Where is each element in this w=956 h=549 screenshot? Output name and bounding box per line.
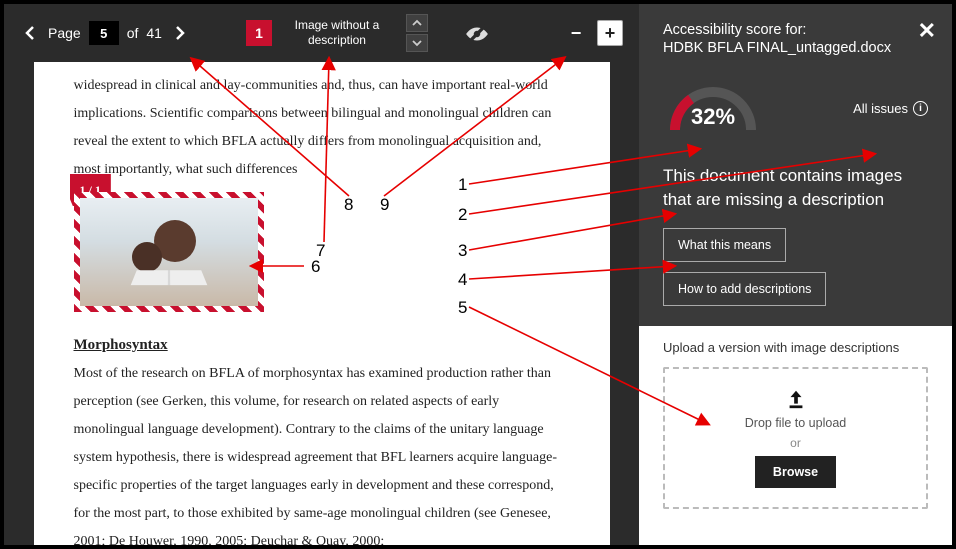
or-text: or	[790, 436, 801, 450]
document-viewer: Page of 41 1 Image without a description	[4, 4, 639, 545]
zoom-controls: − +	[563, 20, 623, 46]
score-value: 32%	[663, 104, 763, 130]
drop-text: Drop file to upload	[745, 416, 846, 430]
issue-up-button[interactable]	[406, 14, 428, 32]
upload-section: Upload a version with image descriptions…	[639, 326, 952, 545]
document-page: widespread in clinical and lay-communiti…	[34, 62, 610, 545]
accessibility-panel: ✕ Accessibility score for: HDBK BFLA FIN…	[639, 4, 952, 545]
info-icon: i	[913, 101, 928, 116]
close-panel-button[interactable]: ✕	[918, 18, 936, 44]
page-total: 41	[146, 25, 162, 41]
upload-hint: Upload a version with image descriptions	[663, 340, 928, 355]
issue-stepper	[406, 14, 428, 52]
page-scroll-area[interactable]: widespread in clinical and lay-communiti…	[4, 62, 639, 545]
issue-description: This document contains images that are m…	[663, 164, 928, 212]
page-of-label: of	[127, 25, 139, 41]
panel-header: Accessibility score for: HDBK BFLA FINAL…	[639, 4, 952, 326]
page-label: Page	[48, 25, 81, 41]
all-issues-link[interactable]: All issues i	[853, 101, 928, 116]
body-paragraph: widespread in clinical and lay-communiti…	[74, 72, 562, 184]
section-heading: Morphosyntax	[74, 330, 562, 360]
issue-down-button[interactable]	[406, 34, 428, 52]
upload-icon	[785, 388, 807, 410]
zoom-out-button[interactable]: −	[563, 20, 589, 46]
viewer-toolbar: Page of 41 1 Image without a description	[4, 4, 639, 62]
next-page-button[interactable]	[170, 23, 190, 43]
score-for-label: Accessibility score for:	[663, 22, 928, 38]
visibility-toggle-icon[interactable]	[464, 21, 488, 45]
file-dropzone[interactable]: Drop file to upload or Browse	[663, 367, 928, 509]
browse-button[interactable]: Browse	[755, 456, 836, 488]
how-to-add-button[interactable]: How to add descriptions	[663, 272, 826, 306]
body-paragraph: Most of the research on BFLA of morphosy…	[74, 360, 562, 545]
file-name: HDBK BFLA FINAL_untagged.docx	[663, 40, 928, 56]
score-gauge: 32%	[663, 80, 763, 136]
highlighted-photo	[74, 192, 264, 312]
prev-page-button[interactable]	[20, 23, 40, 43]
issue-count-badge: 1	[246, 20, 272, 46]
current-issue-button[interactable]: 1 Image without a description	[246, 18, 392, 48]
issue-label: Image without a description	[282, 18, 392, 48]
what-this-means-button[interactable]: What this means	[663, 228, 786, 262]
page-number-input[interactable]	[89, 21, 119, 45]
zoom-in-button[interactable]: +	[597, 20, 623, 46]
flagged-image[interactable]: 1 / 1	[74, 192, 264, 312]
